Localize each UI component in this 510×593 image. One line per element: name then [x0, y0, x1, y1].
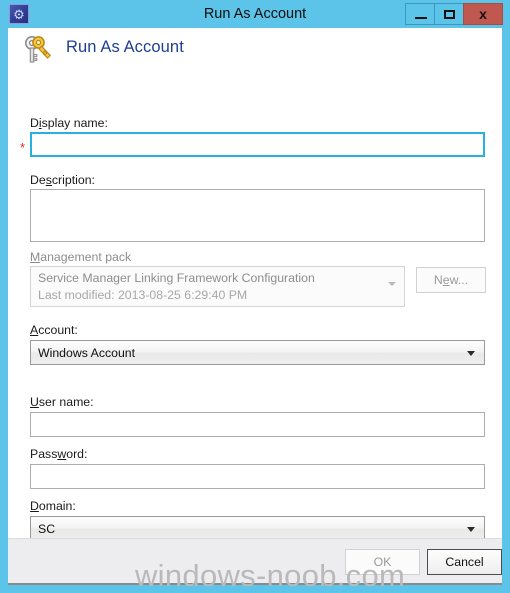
password-input[interactable]: [30, 464, 485, 489]
run-as-account-dialog: ⚙ Run As Account x Run As Account Displa…: [0, 0, 510, 593]
management-pack-last-modified: Last modified: 2013-08-25 6:29:40 PM: [38, 288, 248, 302]
user-name-input[interactable]: [30, 412, 485, 437]
management-pack-label: Management pack: [30, 250, 132, 264]
user-name-label: User name:: [30, 395, 94, 409]
chevron-down-icon: [467, 526, 475, 532]
account-selected-value: Windows Account: [38, 345, 136, 360]
maximize-icon: [444, 10, 455, 19]
cancel-button[interactable]: Cancel: [427, 549, 502, 575]
dialog-client-area: Run As Account Display name: * Descripti…: [8, 28, 502, 585]
ok-button-label: OK: [373, 555, 392, 569]
new-button-label: Ne w...: [433, 273, 469, 287]
domain-selected-value: SC: [38, 521, 56, 536]
close-icon: x: [479, 6, 487, 22]
minimize-button[interactable]: [405, 3, 435, 25]
ok-button[interactable]: OK: [345, 549, 420, 575]
display-name-required-marker: *: [20, 140, 26, 155]
keys-icon: [25, 36, 52, 63]
chevron-down-icon: [388, 282, 396, 286]
domain-label: Domain:: [30, 499, 76, 513]
chevron-down-icon: [467, 350, 475, 356]
management-pack-selected: Service Manager Linking Framework Config…: [38, 271, 315, 285]
dialog-footer: OK Cancel: [8, 538, 502, 585]
display-name-label: Display name:: [30, 116, 108, 130]
management-pack-combobox[interactable]: Service Manager Linking Framework Config…: [30, 266, 405, 307]
banner-title: Run As Account: [66, 38, 184, 56]
title-bar[interactable]: ⚙ Run As Account x: [0, 0, 510, 28]
close-button[interactable]: x: [463, 3, 503, 25]
maximize-button[interactable]: [434, 3, 464, 25]
minimize-icon: [415, 17, 427, 19]
account-label: Account:: [30, 323, 78, 337]
display-name-input[interactable]: [30, 132, 485, 157]
cancel-button-label: Cancel: [445, 555, 484, 569]
description-textarea[interactable]: [30, 189, 485, 242]
footer-divider: [8, 583, 502, 585]
caption-button-group: x: [405, 3, 503, 25]
account-combobox[interactable]: Windows Account: [30, 340, 485, 365]
password-label: Password:: [30, 447, 88, 461]
dialog-banner: Run As Account: [8, 28, 502, 73]
new-management-pack-button[interactable]: Ne w...: [416, 267, 486, 293]
description-label: Description:: [30, 173, 95, 187]
